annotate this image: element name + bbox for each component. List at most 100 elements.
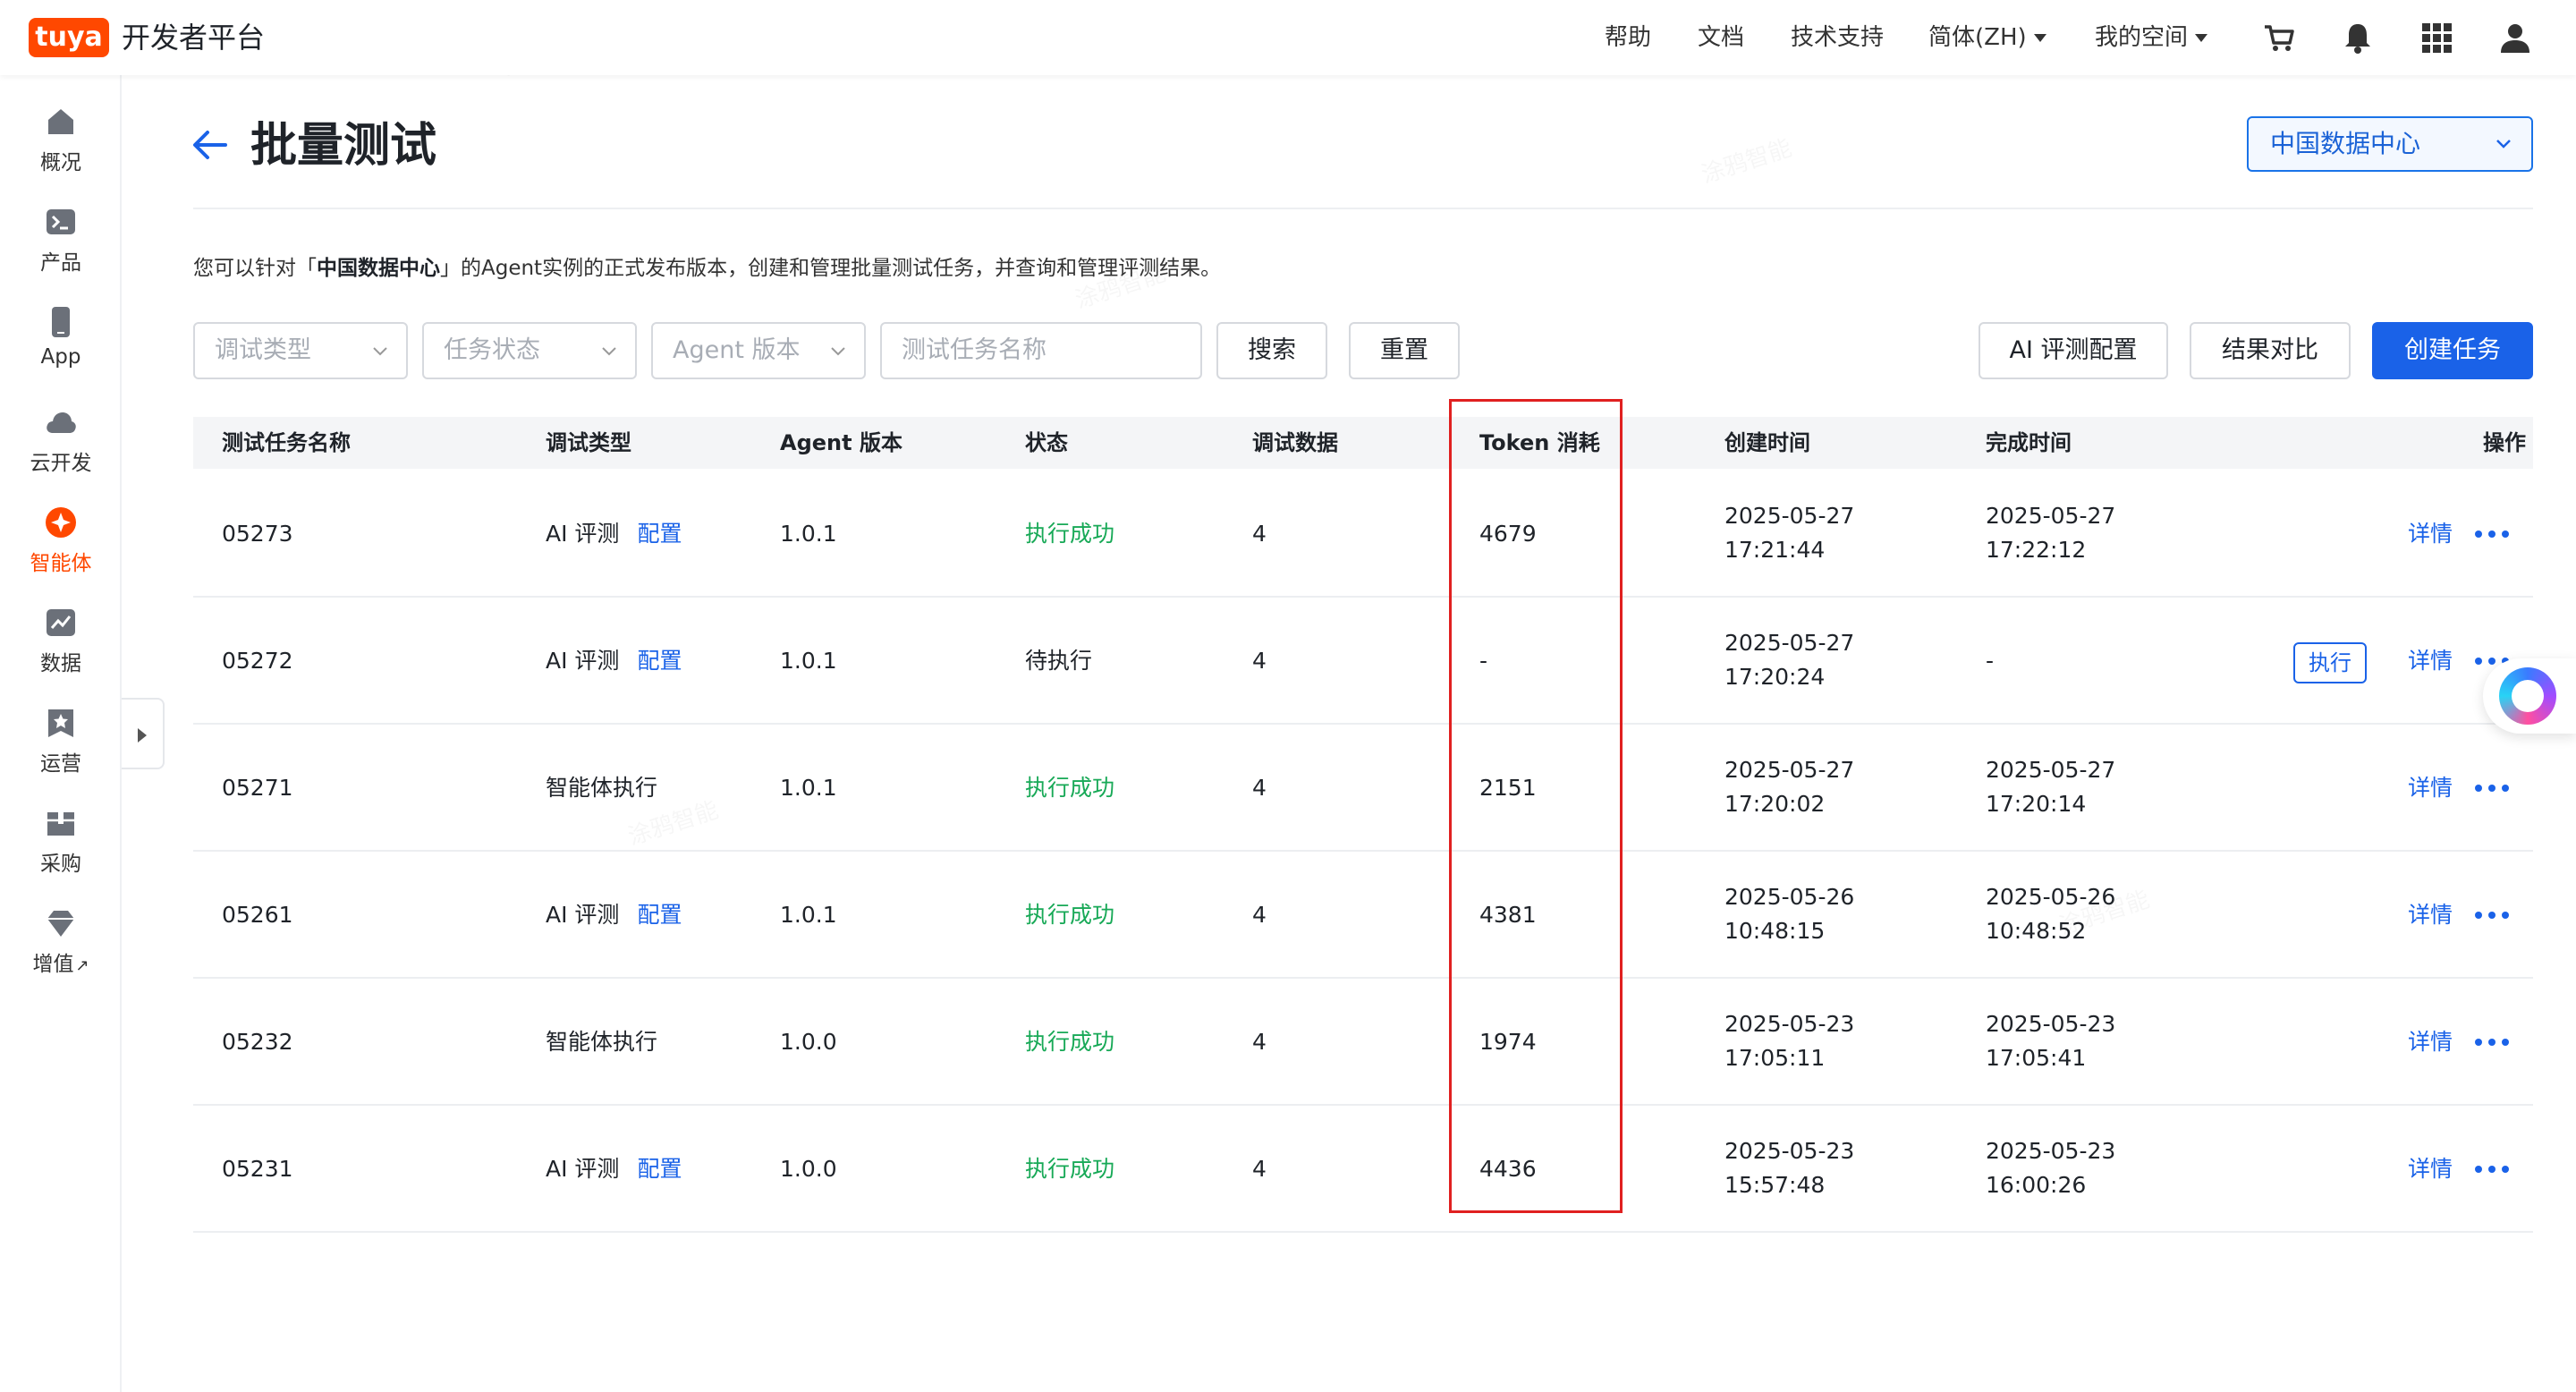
table-row: 05272 AI 评测 配置 1.0.1 待执行 4 - 2025-05-27 17:20:24… [193, 598, 2533, 725]
phone-icon [52, 307, 70, 337]
finished-time-cell: 2025-05-27 17:22:12 [1986, 499, 2115, 567]
back-arrow-icon[interactable] [190, 125, 229, 165]
detail-link[interactable]: 详情 [2408, 644, 2453, 678]
sidebar-item-agent[interactable]: 智能体 [0, 501, 122, 590]
status-cell: 执行成功 [1025, 775, 1115, 801]
token-usage-cell: 1974 [1479, 1029, 1537, 1055]
ai-assistant-button[interactable] [2483, 658, 2576, 734]
finished-time-cell: 2025-05-23 17:05:41 [1986, 1007, 2115, 1075]
config-link[interactable]: 配置 [637, 521, 682, 547]
more-actions-icon[interactable] [2474, 530, 2510, 539]
sidebar-item-product[interactable]: 产品 [0, 200, 122, 290]
chevron-down-icon [602, 347, 616, 356]
sidebar-item-data[interactable]: 数据 [0, 601, 122, 691]
created-date: 2025-05-27 [1724, 757, 1855, 783]
finished-date: 2025-05-27 [1986, 757, 2116, 783]
created-time-cell: 2025-05-27 17:20:24 [1724, 626, 1854, 694]
chevron-down-icon [373, 347, 387, 356]
debug-type-select[interactable]: 调试类型 [193, 322, 408, 379]
sidebar-item-purchase[interactable]: 采购 [0, 802, 122, 891]
agent-version-cell: 1.0.0 [780, 1156, 837, 1182]
token-usage-cell: 4436 [1479, 1156, 1537, 1182]
reset-button[interactable]: 重置 [1349, 322, 1460, 379]
task-status-select[interactable]: 任务状态 [422, 322, 637, 379]
table-row: 05231 AI 评测 配置 1.0.0 执行成功 4 4436 2025-05-23 15:5… [193, 1106, 2533, 1233]
agent-version-cell: 1.0.1 [780, 521, 837, 547]
debug-type-cell: AI 评测 配置 [546, 644, 682, 678]
chevron-down-icon [2496, 140, 2511, 149]
debug-type-text: AI 评测 [546, 521, 620, 547]
sidebar-item-operations[interactable]: 运营 [0, 701, 122, 791]
agent-version-select[interactable]: Agent 版本 [651, 322, 866, 379]
col-agent-version: Agent 版本 [780, 430, 902, 455]
created-time: 17:20:24 [1724, 664, 1826, 690]
search-button[interactable]: 搜索 [1216, 322, 1327, 379]
user-icon[interactable] [2497, 20, 2533, 55]
chevron-down-icon [2033, 34, 2046, 42]
region-select[interactable]: 中国数据中心 [2247, 116, 2533, 172]
home-icon [48, 109, 73, 134]
debug-type-cell: 智能体执行 [546, 771, 657, 805]
sidebar-item-overview[interactable]: 概况 [0, 100, 122, 190]
nav-docs-link[interactable]: 文档 [1698, 21, 1744, 54]
more-actions-icon[interactable] [2474, 1165, 2510, 1174]
sidebar-item-label: 数据 [40, 652, 81, 675]
created-time: 17:05:11 [1724, 1045, 1826, 1071]
sidebar-item-label: 云开发 [30, 452, 92, 475]
cart-icon[interactable] [2261, 20, 2297, 55]
token-usage-cell: 2151 [1479, 775, 1537, 801]
created-time: 15:57:48 [1724, 1172, 1826, 1198]
sidebar-item-app[interactable]: App [0, 301, 122, 390]
sidebar-item-cloud-dev[interactable]: 云开发 [0, 401, 122, 490]
created-time-cell: 2025-05-26 10:48:15 [1724, 880, 1854, 948]
sidebar-item-value-added[interactable]: 增值 ↗ [0, 902, 122, 991]
debug-type-cell: 智能体执行 [546, 1025, 657, 1059]
col-finished-time: 完成时间 [1986, 430, 2072, 455]
compare-results-button[interactable]: 结果对比 [2190, 322, 2351, 379]
detail-link[interactable]: 详情 [2408, 1152, 2453, 1186]
create-task-button[interactable]: 创建任务 [2372, 322, 2533, 379]
sidebar-item-label: App [40, 345, 81, 369]
task-name-cell: 05271 [222, 775, 293, 801]
more-actions-icon[interactable] [2474, 1038, 2510, 1047]
finished-time: 16:00:26 [1986, 1172, 2087, 1198]
my-space-dropdown[interactable]: 我的空间 [2095, 21, 2208, 54]
config-link[interactable]: 配置 [637, 902, 682, 928]
created-time-cell: 2025-05-27 17:21:44 [1724, 499, 1854, 567]
sidebar-collapse-toggle[interactable] [122, 698, 165, 769]
external-link-icon: ↗ [75, 956, 89, 975]
finished-time-cell: 2025-05-27 17:20:14 [1986, 753, 2115, 821]
more-actions-icon[interactable] [2474, 911, 2510, 920]
task-name-placeholder: 测试任务名称 [902, 336, 1046, 364]
created-date: 2025-05-27 [1724, 503, 1855, 529]
detail-link[interactable]: 详情 [2408, 898, 2453, 932]
description-prefix: 您可以针对「 [193, 257, 317, 280]
task-status-placeholder: 任务状态 [444, 336, 540, 364]
my-space-label: 我的空间 [2095, 24, 2189, 51]
bell-icon[interactable] [2340, 20, 2376, 55]
config-link[interactable]: 配置 [637, 648, 682, 674]
sidebar-item-label: 智能体 [30, 552, 92, 575]
detail-link[interactable]: 详情 [2408, 1025, 2453, 1059]
nav-support-link[interactable]: 技术支持 [1791, 21, 1884, 54]
more-actions-icon[interactable] [2474, 784, 2510, 793]
grid-icon[interactable] [2419, 20, 2454, 55]
config-link[interactable]: 配置 [637, 1156, 682, 1182]
execute-button[interactable]: 执行 [2293, 642, 2367, 683]
col-created-time: 创建时间 [1724, 430, 1810, 455]
created-time: 17:21:44 [1724, 537, 1826, 563]
chart-icon [47, 609, 75, 636]
status-cell: 执行成功 [1025, 1029, 1115, 1055]
header-divider [193, 208, 2533, 209]
created-date: 2025-05-23 [1724, 1138, 1855, 1164]
ai-eval-config-button[interactable]: AI 评测配置 [1979, 322, 2168, 379]
debug-type-text: AI 评测 [546, 1156, 620, 1182]
tuya-logo[interactable]: tuya [29, 18, 109, 57]
created-time: 17:20:02 [1724, 791, 1826, 817]
nav-help-link[interactable]: 帮助 [1605, 21, 1651, 54]
task-name-input[interactable]: 测试任务名称 [880, 322, 1202, 379]
detail-link[interactable]: 详情 [2408, 517, 2453, 551]
language-dropdown[interactable]: 简体(ZH) [1928, 21, 2046, 54]
detail-link[interactable]: 详情 [2408, 771, 2453, 805]
debug-type-placeholder: 调试类型 [215, 336, 311, 364]
